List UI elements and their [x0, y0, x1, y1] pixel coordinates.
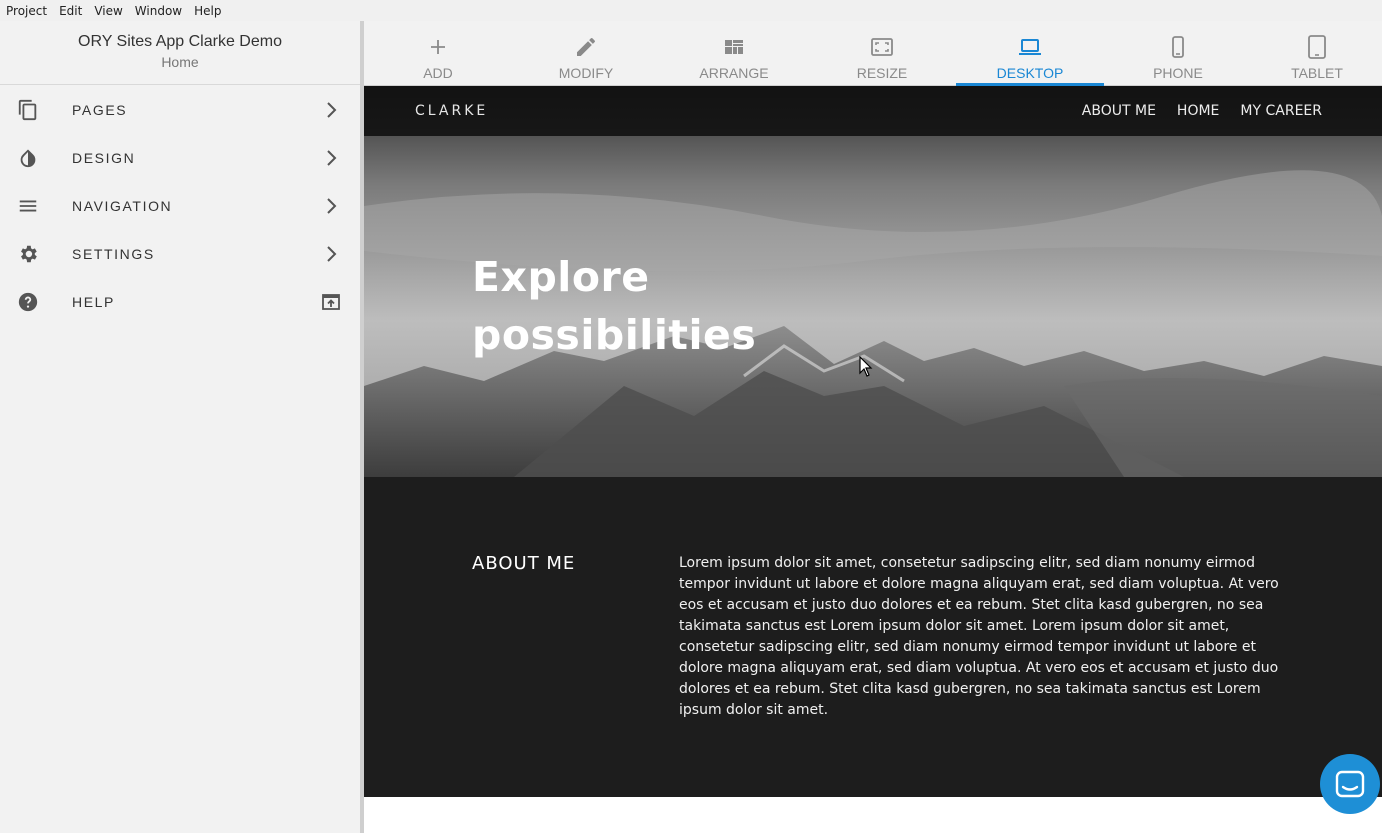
chevron-right-icon	[327, 246, 337, 262]
nav-link-home[interactable]: HOME	[1177, 103, 1219, 119]
desktop-view-tab[interactable]: DESKTOP	[956, 21, 1104, 86]
sidebar: ORY Sites App Clarke Demo Home PAGES DES…	[0, 21, 360, 833]
desktop-icon	[1019, 39, 1041, 55]
tool-label: TABLET	[1291, 65, 1343, 81]
tablet-view-tab[interactable]: TABLET	[1252, 21, 1382, 86]
menu-view[interactable]: View	[94, 4, 122, 18]
about-heading[interactable]: ABOUT ME	[472, 553, 575, 574]
add-button[interactable]: ADD	[364, 21, 512, 86]
menu-project[interactable]: Project	[6, 4, 47, 18]
sidebar-item-label: HELP	[72, 294, 115, 310]
tablet-icon	[1308, 35, 1326, 59]
hero-section[interactable]: CLARKE ABOUT ME HOME MY CAREER Explore p…	[364, 86, 1382, 477]
pages-icon	[18, 99, 37, 121]
phone-icon	[1172, 36, 1184, 58]
sidebar-item-design[interactable]: DESIGN	[0, 134, 360, 182]
chevron-right-icon	[327, 102, 337, 118]
menu-help[interactable]: Help	[194, 4, 221, 18]
help-icon	[18, 292, 38, 312]
design-icon	[20, 149, 36, 168]
phone-view-tab[interactable]: PHONE	[1104, 21, 1252, 86]
open-external-icon	[322, 294, 340, 310]
project-subtitle: Home	[161, 54, 199, 70]
sidebar-item-navigation[interactable]: NAVIGATION	[0, 182, 360, 230]
modify-button[interactable]: MODIFY	[512, 21, 660, 86]
sidebar-item-label: SETTINGS	[72, 246, 155, 262]
sidebar-item-help[interactable]: HELP	[0, 278, 360, 326]
tool-label: PHONE	[1153, 65, 1203, 81]
navigation-icon	[19, 200, 37, 212]
arrange-button[interactable]: ARRANGE	[660, 21, 808, 86]
tool-label: MODIFY	[558, 65, 614, 81]
nav-link-about-me[interactable]: ABOUT ME	[1082, 103, 1156, 119]
pencil-icon	[577, 37, 596, 56]
sidebar-item-label: PAGES	[72, 102, 128, 118]
chevron-right-icon	[327, 198, 337, 214]
editor-toolbar: ADD MODIFY ARRANGE RESIZE DESKTOP PHONE …	[364, 21, 1382, 86]
tool-label: DESKTOP	[996, 65, 1064, 81]
resize-button[interactable]: RESIZE	[808, 21, 956, 86]
gear-icon	[21, 245, 37, 263]
menu-edit[interactable]: Edit	[59, 4, 82, 18]
project-header: ORY Sites App Clarke Demo Home	[0, 21, 360, 85]
tool-label: ARRANGE	[699, 65, 769, 81]
chat-button[interactable]	[1320, 754, 1380, 814]
about-section[interactable]: ABOUT ME Lorem ipsum dolor sit amet, con…	[364, 477, 1382, 797]
arrange-icon	[725, 40, 743, 54]
site-nav-links: ABOUT ME HOME MY CAREER	[1082, 103, 1322, 119]
project-title: ORY Sites App Clarke Demo	[78, 33, 282, 50]
about-text[interactable]: Lorem ipsum dolor sit amet, consetetur s…	[679, 553, 1279, 721]
sidebar-item-pages[interactable]: PAGES	[0, 86, 360, 134]
site-preview[interactable]: CLARKE ABOUT ME HOME MY CAREER Explore p…	[364, 86, 1382, 833]
mouse-cursor-icon	[859, 356, 873, 377]
sidebar-item-settings[interactable]: SETTINGS	[0, 230, 360, 278]
menu-window[interactable]: Window	[135, 4, 182, 18]
chevron-right-icon	[327, 150, 337, 166]
resize-icon	[871, 38, 893, 56]
menu-bar: Project Edit View Window Help	[0, 0, 1382, 21]
nav-link-my-career[interactable]: MY CAREER	[1240, 103, 1322, 119]
sidebar-item-label: NAVIGATION	[72, 198, 173, 214]
hero-title[interactable]: Explore possibilities	[472, 248, 892, 364]
sidebar-item-label: DESIGN	[72, 150, 136, 166]
tool-label: ADD	[423, 65, 453, 81]
site-brand[interactable]: CLARKE	[415, 103, 488, 119]
tool-label: RESIZE	[856, 65, 908, 81]
site-navbar: CLARKE ABOUT ME HOME MY CAREER	[364, 86, 1382, 136]
plus-icon	[431, 40, 445, 54]
chat-icon	[1335, 770, 1365, 798]
